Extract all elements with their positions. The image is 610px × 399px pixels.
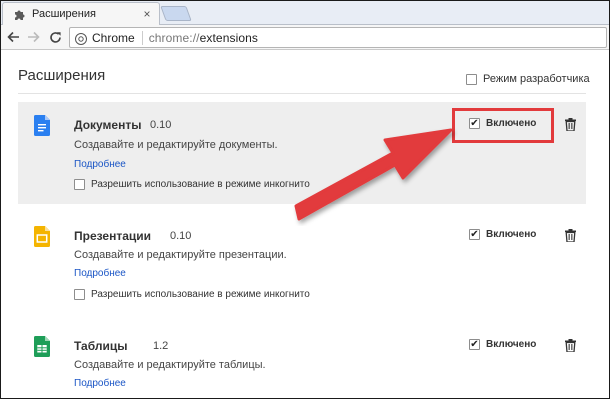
- enable-label: Включено: [486, 229, 537, 240]
- back-arrow-icon[interactable]: [5, 29, 21, 45]
- extension-description: Создавайте и редактируйте документы.: [74, 139, 278, 151]
- enable-checkbox[interactable]: ✔: [469, 339, 480, 350]
- extension-name: Документы: [74, 118, 142, 132]
- incognito-label: Разрешить использование в режиме инкогни…: [91, 289, 310, 300]
- extension-name: Таблицы: [74, 339, 128, 353]
- tab-strip: Расширения ×: [1, 1, 609, 25]
- annotation-arrow: [294, 128, 453, 221]
- extension-description: Создавайте и редактируйте таблицы.: [74, 359, 266, 371]
- trash-icon[interactable]: [565, 118, 576, 132]
- extension-version: 0.10: [150, 119, 172, 131]
- forward-arrow-icon[interactable]: [25, 29, 41, 45]
- details-link[interactable]: Подробнее: [74, 268, 126, 279]
- chrome-logo-icon: [75, 32, 87, 45]
- developer-mode-checkbox[interactable]: [466, 73, 477, 85]
- url-text[interactable]: chrome://extensions: [149, 31, 258, 45]
- close-icon[interactable]: ×: [141, 8, 153, 20]
- details-link[interactable]: Подробнее: [74, 159, 126, 170]
- google-docs-icon: [34, 115, 50, 136]
- tab-extensions[interactable]: Расширения ×: [2, 2, 160, 25]
- toolbar: Chrome chrome://extensions: [1, 25, 609, 50]
- enable-toggle[interactable]: ✔ Включено: [469, 229, 536, 240]
- trash-icon[interactable]: [565, 229, 576, 243]
- developer-mode-label: Режим разработчика: [483, 73, 590, 85]
- google-slides-icon: [34, 226, 50, 247]
- incognito-checkbox[interactable]: [74, 289, 85, 300]
- new-tab-button[interactable]: [160, 6, 192, 21]
- extension-version: 0.10: [170, 230, 192, 242]
- page-title: Расширения: [18, 67, 106, 84]
- google-sheets-icon: [34, 336, 50, 357]
- puzzle-icon: [12, 7, 26, 21]
- enable-label: Включено: [486, 339, 537, 350]
- extension-name: Презентации: [74, 229, 152, 243]
- incognito-option[interactable]: Разрешить использование в режиме инкогни…: [74, 289, 310, 300]
- enable-toggle[interactable]: ✔ Включено: [469, 339, 536, 350]
- reload-icon[interactable]: [47, 29, 63, 45]
- incognito-label: Разрешить использование в режиме инкогни…: [91, 179, 310, 190]
- divider: [18, 93, 586, 94]
- extension-description: Создавайте и редактируйте презентации.: [74, 249, 287, 261]
- tab-title: Расширения: [32, 8, 96, 20]
- browser-window: Расширения × Chrome chrome://extensions …: [0, 0, 610, 399]
- developer-mode-toggle[interactable]: Режим разработчика: [466, 73, 590, 85]
- extension-item-slides: Презентации 0.10 Создавайте и редактируй…: [18, 218, 586, 310]
- address-bar[interactable]: Chrome chrome://extensions: [69, 27, 607, 48]
- incognito-checkbox[interactable]: [74, 179, 85, 190]
- trash-icon[interactable]: [565, 339, 576, 353]
- extension-version: 1.2: [153, 340, 169, 352]
- incognito-option[interactable]: Разрешить использование в режиме инкогни…: [74, 179, 310, 190]
- extension-item-sheets: Таблицы 1.2 Создавайте и редактируйте та…: [18, 328, 586, 398]
- enable-checkbox[interactable]: ✔: [469, 229, 480, 240]
- details-link[interactable]: Подробнее: [74, 378, 126, 389]
- address-chip: Chrome: [92, 30, 143, 45]
- annotation-highlight-box: [452, 108, 554, 143]
